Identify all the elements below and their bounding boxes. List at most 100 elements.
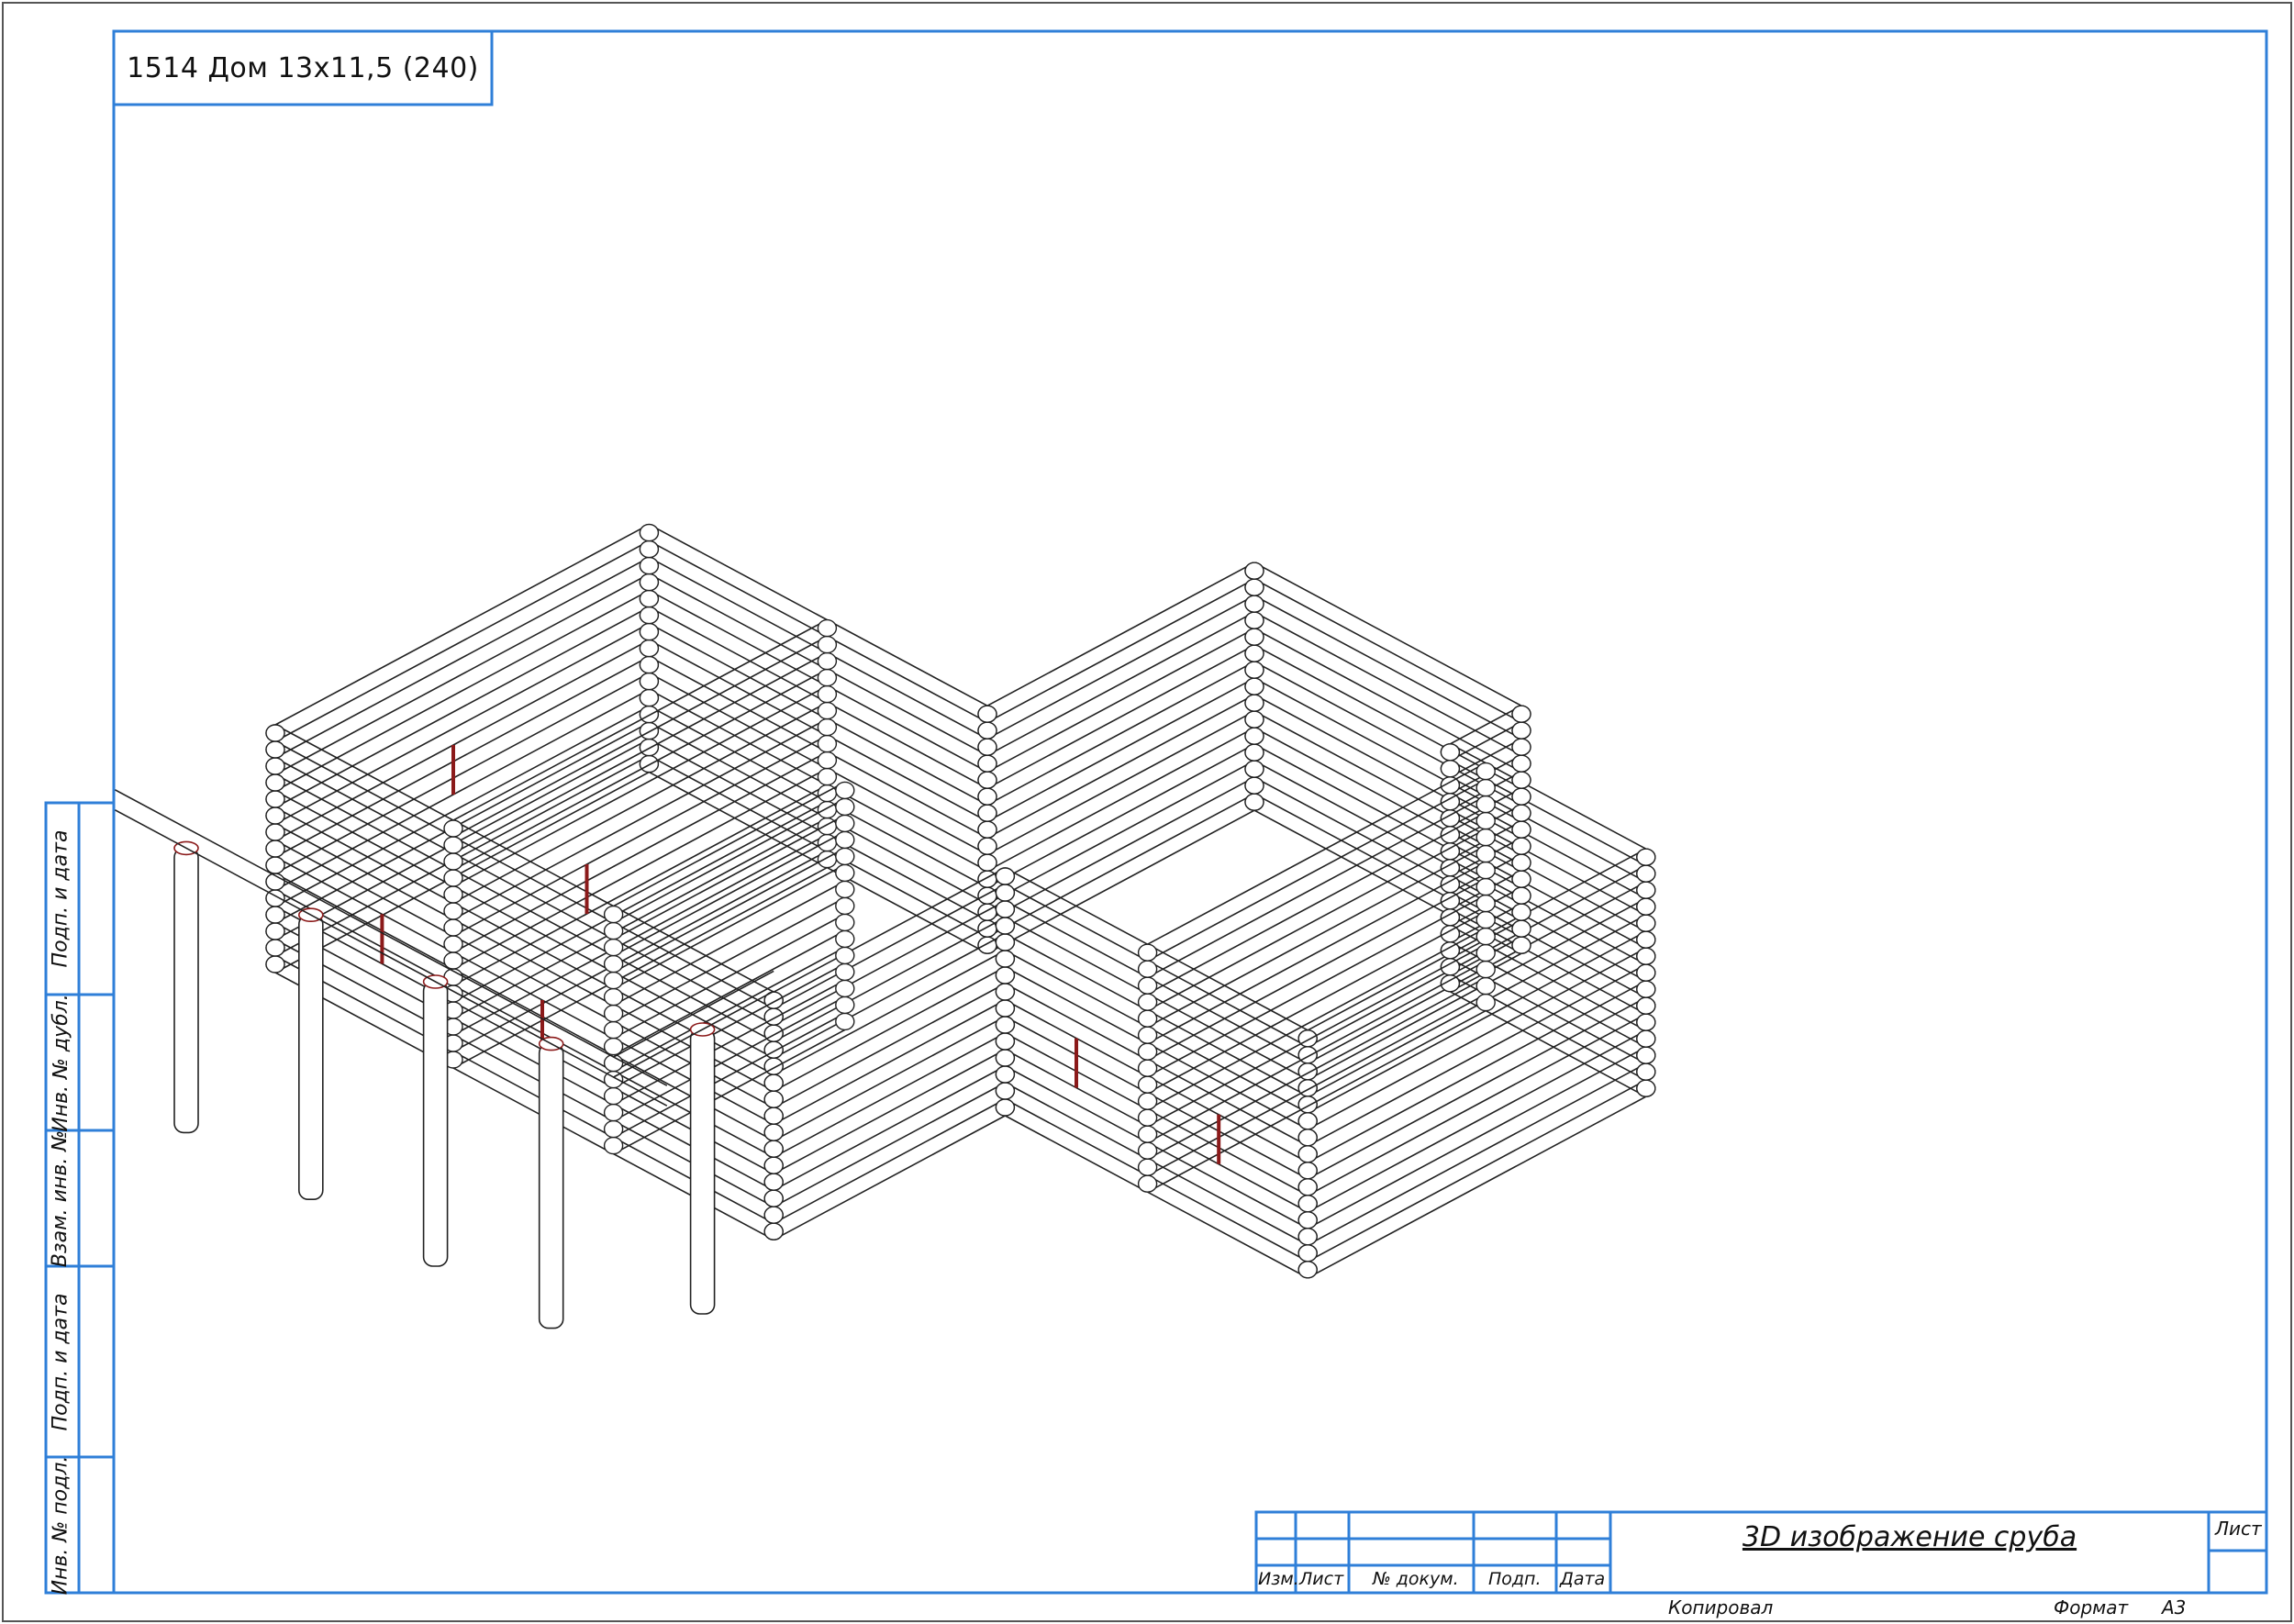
partition-1-log-line (452, 767, 828, 970)
front-wall-right-log-end (995, 1098, 1016, 1117)
left-wall-log-end (265, 757, 285, 775)
front-wall-right-log-end (995, 1016, 1016, 1034)
rear-wall-step-log-end (977, 771, 997, 789)
left-wall-log-end (265, 856, 285, 874)
partition-3-log-end (1476, 778, 1496, 797)
col-podp: Подп. (1488, 1569, 1542, 1589)
partition-2-log-line (613, 847, 846, 973)
partition-3-log-line (1147, 910, 1487, 1094)
partition-1-log-end (443, 836, 463, 854)
inner-wall-a-log-line (773, 1032, 1006, 1158)
rear-wall-left-log-end (639, 523, 660, 542)
right-wall-log-line (1307, 930, 1647, 1114)
partition-2-log-line (613, 929, 846, 1056)
partition-3-log-end (1476, 993, 1496, 1012)
inner-wall-a-log-end (763, 1107, 784, 1125)
partition-3-log-end (1137, 960, 1158, 978)
side-label-inv-dubl: Инв. № дубл. (49, 993, 72, 1132)
partition-2-log-line (613, 863, 846, 990)
partition-2-log-end (835, 880, 855, 899)
right-wall-log-end (1297, 1145, 1318, 1163)
partition-3-log-end (1476, 844, 1496, 863)
rear-step-2-log-end (1511, 771, 1531, 789)
side-label-inv-podl: Инв. № подл. (49, 1455, 72, 1595)
rear-wall-right-log-end (1244, 694, 1264, 712)
left-wall-log-line (274, 523, 650, 726)
format-label: Формат (2054, 1596, 2129, 1618)
partition-3-log-line (1147, 877, 1487, 1061)
rear-wall-right-2-log-end (1636, 881, 1656, 899)
rear-wall-right-log-end (1244, 793, 1264, 811)
drawing-sheet (2, 2, 2292, 1622)
rear-wall-right-2-log-end (1636, 930, 1656, 949)
front-wall-right-log-end (995, 884, 1016, 902)
right-wall-log-end (1297, 1228, 1318, 1246)
rear-step-2-log-end (1511, 721, 1531, 740)
partition-3-log-end (1137, 1141, 1158, 1160)
rear-wall-right-log-end (1244, 743, 1264, 762)
rear-wall-left-log-end (639, 639, 660, 658)
partition-2-log-end (603, 1086, 624, 1106)
partition-3-log-end (1476, 894, 1496, 913)
left-wall-log-line (274, 539, 650, 742)
partition-3-log-end (1476, 828, 1496, 847)
right-wall-log-line (1307, 947, 1647, 1130)
inner-wall-a-log-end (763, 1156, 784, 1174)
left-wall-log-end (265, 955, 285, 973)
right-wall-log-line (1307, 1046, 1647, 1229)
right-wall-log-end (1297, 1162, 1318, 1180)
partition-3-log-end (1476, 811, 1496, 830)
partition-1-log-end (817, 635, 838, 654)
partition-3-log-line (1147, 927, 1487, 1110)
rear-wall-left-log-end (639, 622, 660, 641)
rear-wall-right-log-end (1244, 661, 1264, 679)
col-list: Лист (1299, 1569, 1344, 1589)
inner-wall-a-log-line (773, 1098, 1006, 1224)
rear-wall-right-2-log-end (1636, 980, 1656, 998)
inner-wall-a-log-line (773, 1082, 1006, 1207)
partition-3-log-line (1147, 861, 1487, 1044)
right-wall-log-line (1307, 1062, 1647, 1246)
partition-2-log-end (835, 896, 855, 916)
rear-step-2-log-end (1511, 870, 1531, 888)
right-wall-log-line (1307, 1013, 1647, 1196)
side-label-vzam-inv: Взам. инв. № (49, 1129, 72, 1267)
rear-wall-right-log-end (1244, 562, 1264, 580)
veranda-post (173, 847, 199, 1134)
partition-1-log-end (817, 734, 838, 753)
front-wall-right-log-end (995, 933, 1016, 951)
rear-wall-step-log-end (977, 738, 997, 756)
rear-wall-right-log-end (1244, 644, 1264, 662)
rear-wall-step-log-end (977, 837, 997, 855)
rear-step-2-log-end (1511, 738, 1531, 756)
right-wall-log-end (1297, 1244, 1318, 1262)
rear-wall-left-log-end (639, 556, 660, 575)
rear-step-2-log-end (1511, 886, 1531, 905)
partition-1-log-end (443, 819, 463, 838)
left-wall-log-line (274, 606, 650, 808)
partition-2-log-end (835, 946, 855, 965)
rear-step-2-log-end (1511, 754, 1531, 773)
partition-2-log-end (603, 905, 624, 924)
rear-wall-right-2-log-end (1636, 897, 1656, 916)
rear-step-2-log-end (1511, 919, 1531, 938)
right-wall-log-line (1307, 963, 1647, 1147)
left-wall-log-line (274, 556, 650, 759)
partition-1-log-line (452, 784, 828, 986)
left-wall-log-end (265, 773, 285, 792)
rear-wall-right-2-log-end (1636, 947, 1656, 965)
right-wall-log-line (1307, 996, 1647, 1180)
partition-3-log-end (1137, 993, 1158, 1011)
partition-1-log-end (443, 902, 463, 920)
right-wall-log-end (1297, 1129, 1318, 1147)
front-wall-right-log-end (995, 950, 1016, 968)
inner-wall-a-log-end (763, 1173, 784, 1191)
rear-wall-left-log-end (639, 539, 660, 559)
right-wall-log-end (1297, 1195, 1318, 1213)
partition-2-log-end (603, 971, 624, 990)
veranda-post (538, 1042, 564, 1329)
rear-wall-right-2-log-end (1636, 1062, 1656, 1081)
inner-wall-a-log-end (763, 1206, 784, 1224)
rear-step-2-log-end (1440, 760, 1461, 778)
inner-wall-a-log-end (763, 1189, 784, 1207)
